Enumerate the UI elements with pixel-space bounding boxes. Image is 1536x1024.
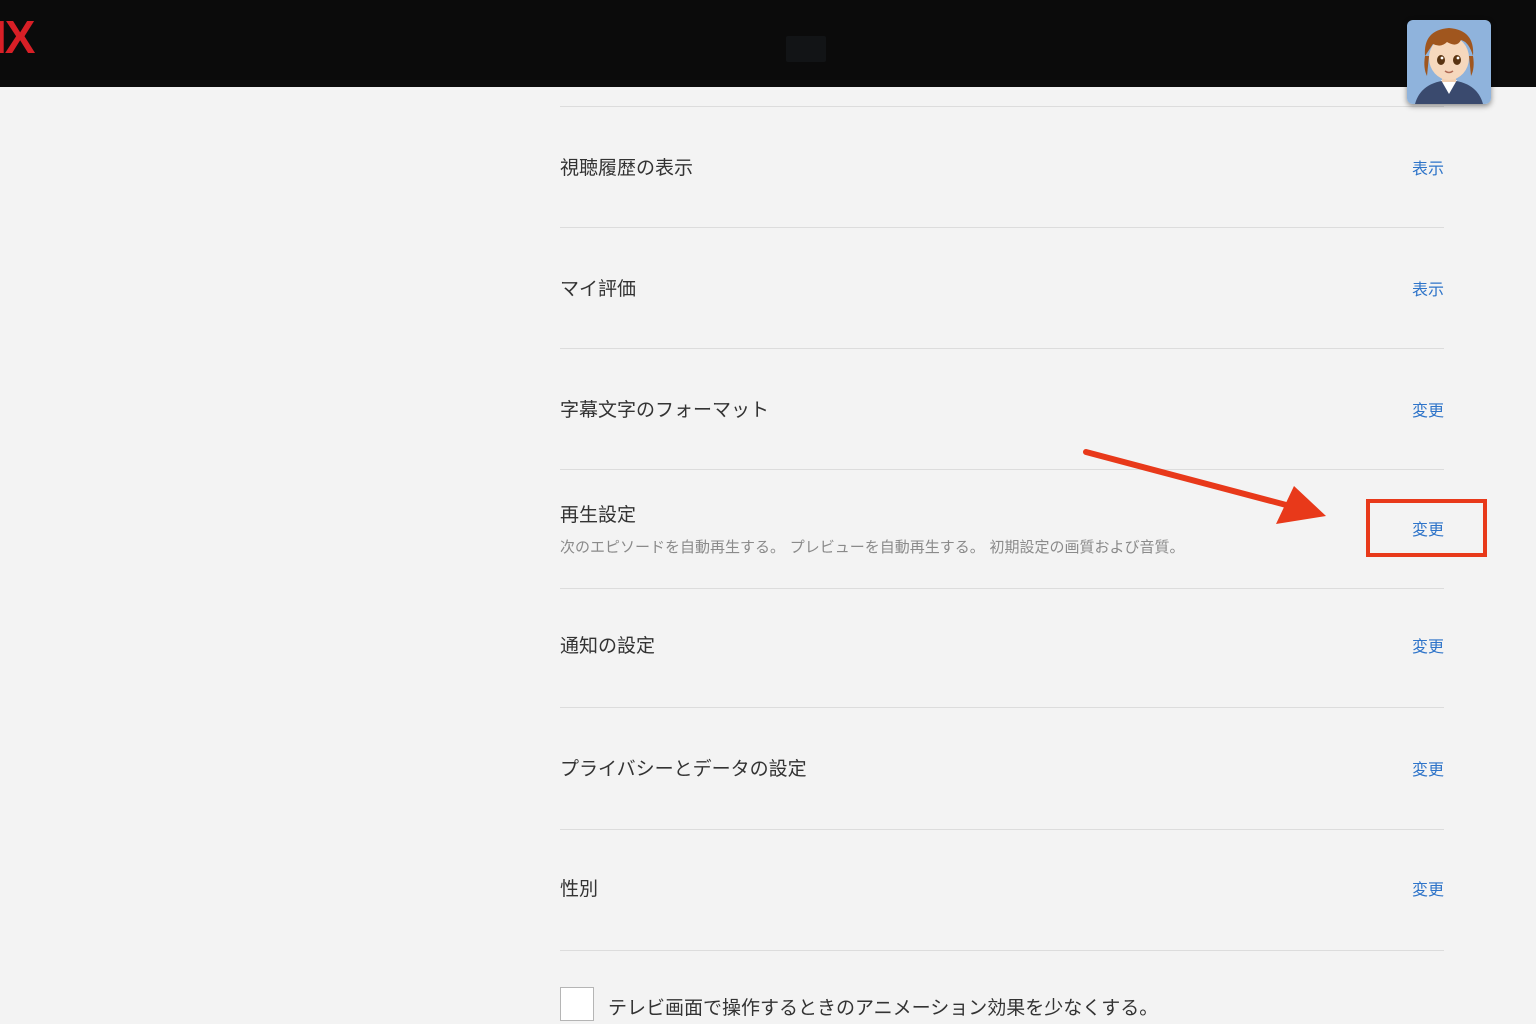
- reduce-animation-checkbox[interactable]: [560, 987, 594, 1021]
- row-title: マイ評価: [560, 278, 637, 300]
- settings-row-notification-settings: 通知の設定 変更: [560, 589, 1444, 708]
- settings-row-viewing-history: 視聴履歴の表示 表示: [560, 107, 1444, 228]
- change-gender-link[interactable]: 変更: [1412, 876, 1444, 900]
- nav-placeholder: [786, 36, 826, 62]
- change-privacy-data-link[interactable]: 変更: [1412, 756, 1444, 780]
- annotation-arrow-icon: [1083, 449, 1326, 524]
- view-my-ratings-link[interactable]: 表示: [1412, 276, 1444, 300]
- netflix-logo[interactable]: IX: [0, 14, 35, 60]
- row-title: 視聴履歴の表示: [560, 157, 694, 179]
- row-title: プライバシーとデータの設定: [560, 758, 807, 780]
- top-navigation-bar: IX: [0, 0, 1536, 87]
- settings-row-privacy-data: プライバシーとデータの設定 変更: [560, 708, 1444, 830]
- change-subtitle-format-link[interactable]: 変更: [1412, 397, 1444, 421]
- row-title: 性別: [560, 878, 599, 900]
- settings-row-my-ratings: マイ評価 表示: [560, 228, 1444, 349]
- view-viewing-history-link[interactable]: 表示: [1412, 155, 1444, 179]
- settings-row-gender: 性別 変更: [560, 830, 1444, 951]
- profile-avatar[interactable]: [1407, 20, 1491, 104]
- reduce-animation-label[interactable]: テレビ画面で操作するときのアニメーション効果を少なくする。: [608, 993, 1158, 1020]
- row-title: 通知の設定: [560, 635, 656, 657]
- row-title: 再生設定: [560, 504, 637, 526]
- reduce-animation-option: テレビ画面で操作するときのアニメーション効果を少なくする。: [560, 987, 1460, 1024]
- profile-avatar-icon: [1407, 20, 1491, 104]
- row-title: 字幕文字のフォーマット: [560, 399, 770, 421]
- change-notification-settings-link[interactable]: 変更: [1412, 633, 1444, 657]
- annotation-highlight-box: [1366, 499, 1487, 557]
